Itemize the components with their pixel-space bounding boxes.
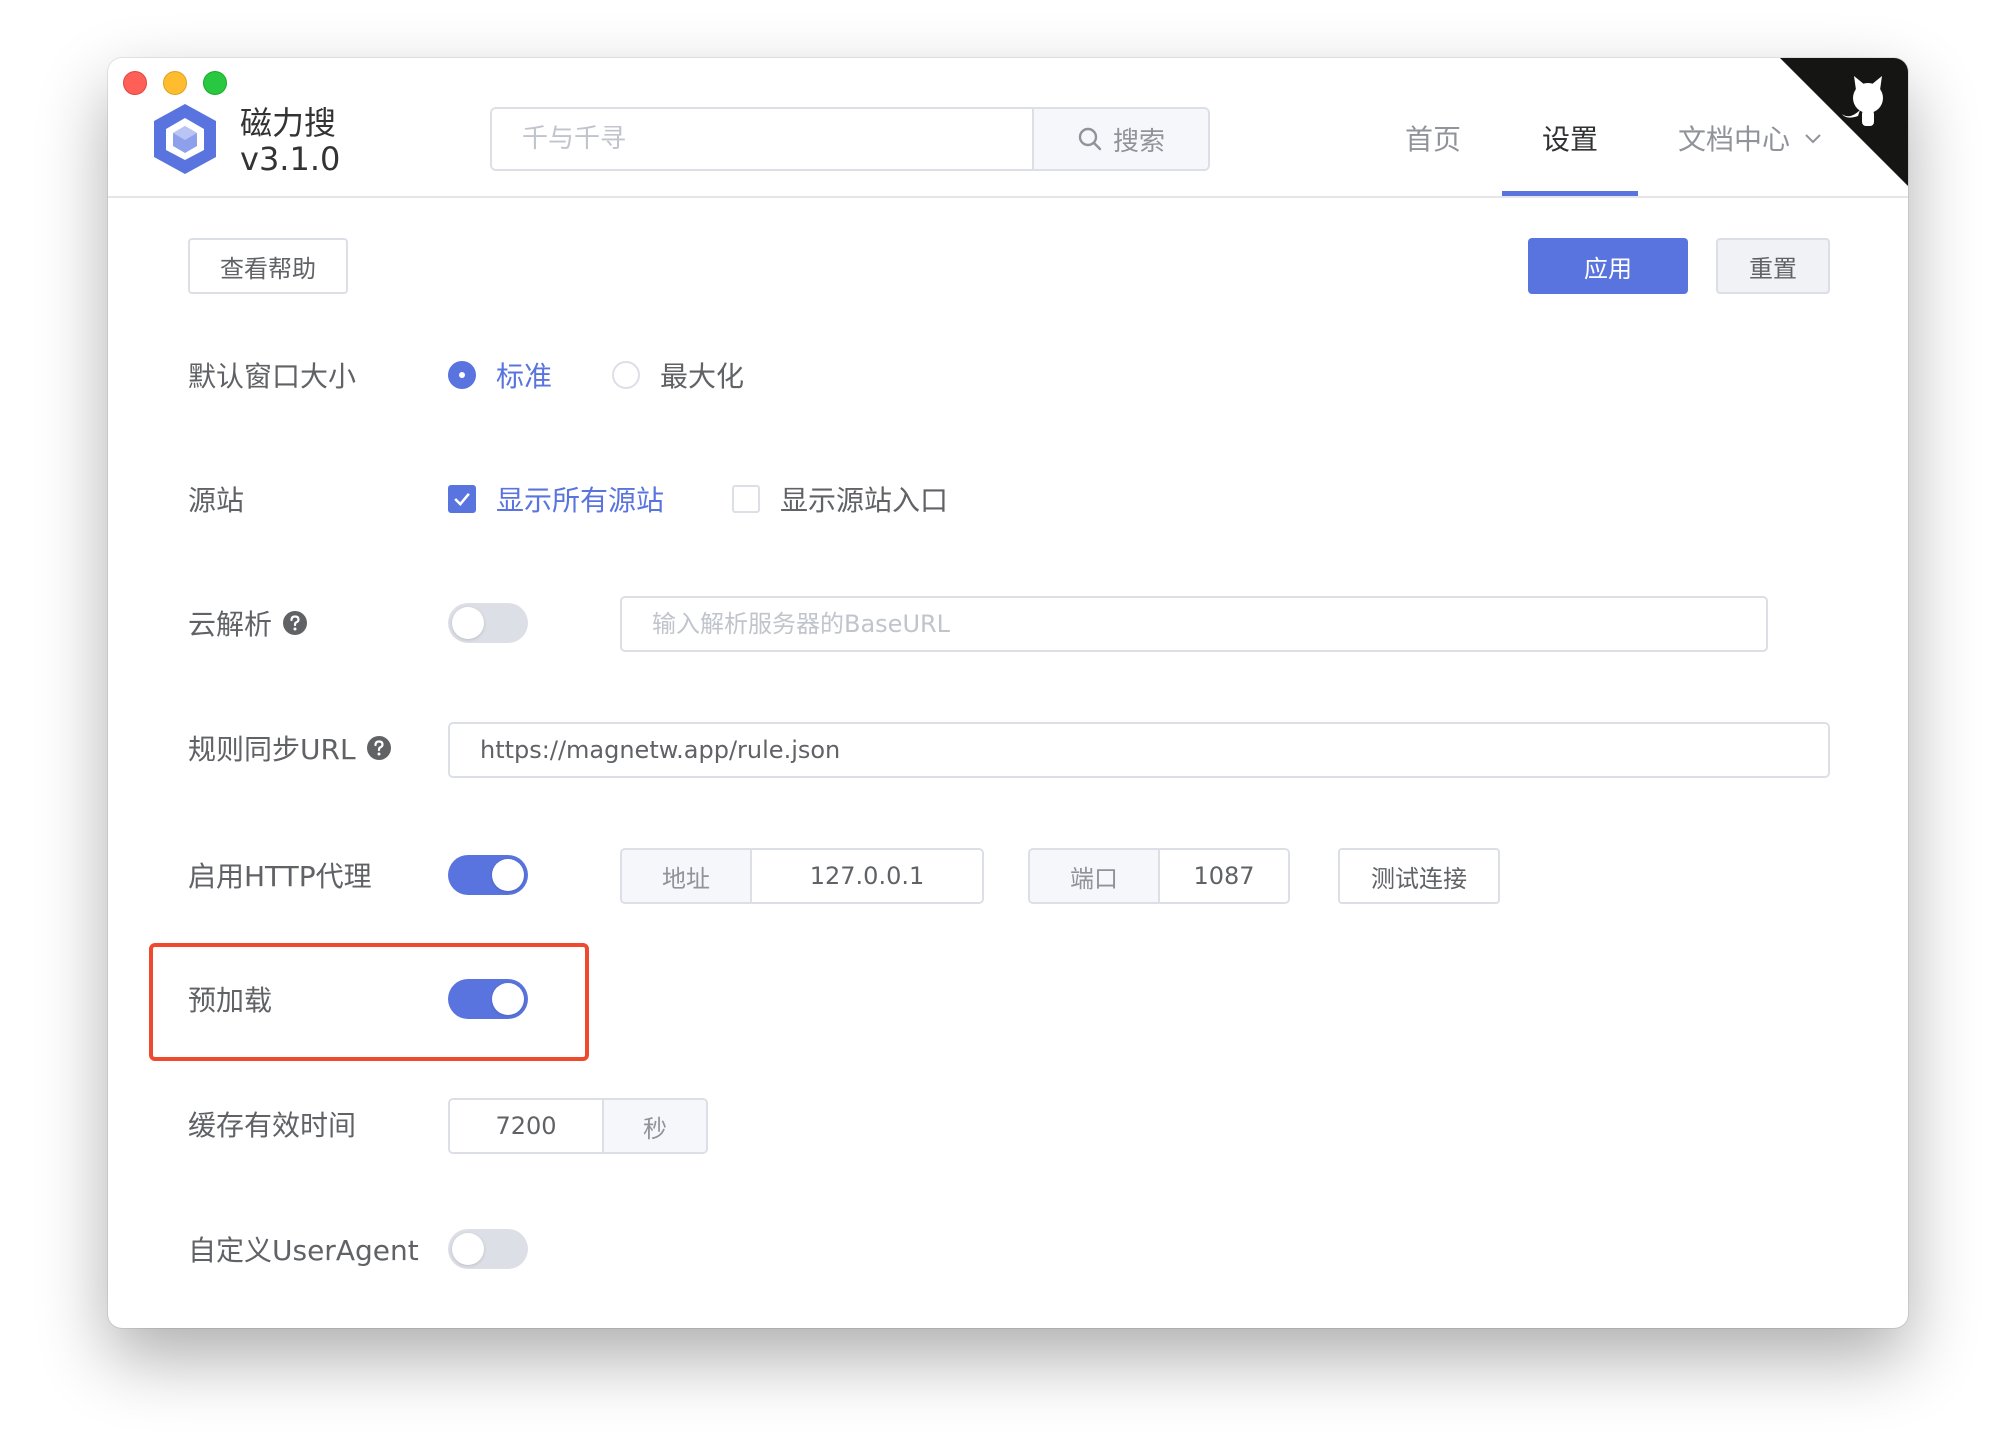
radio-maximize-label: 最大化 [660,360,745,393]
app-logo-icon [154,104,216,174]
search-icon [1078,127,1102,151]
check-icon [454,493,470,507]
nav-home[interactable]: 首页 [1405,118,1461,158]
checkbox-show-all-sources[interactable]: 显示所有源站 [448,479,664,519]
cloud-parse-label: 云解析 [188,603,308,643]
apply-button[interactable]: 应用 [1528,238,1688,294]
cloud-parse-switch[interactable] [448,603,528,643]
search-bar: 搜索 [490,107,1210,171]
window-size-label: 默认窗口大小 [188,355,356,395]
proxy-address-group: 地址 127.0.0.1 [620,848,984,904]
radio-standard[interactable]: 标准 [448,355,552,395]
reset-button[interactable]: 重置 [1716,238,1830,294]
cloud-parse-url-input[interactable] [620,596,1768,652]
cache-time-label-text: 缓存有效时间 [188,1109,357,1142]
user-agent-label-text: 自定义UserAgent [188,1234,419,1267]
checkbox-show-entry-label: 显示源站入口 [780,484,949,517]
header: 磁力搜 v3.1.0 搜索 首页 设置 文档中心 [108,58,1908,198]
proxy-address-input[interactable]: 127.0.0.1 [752,850,982,902]
radio-maximize-dot [612,361,640,389]
preload-highlight-box [149,943,589,1061]
user-agent-label: 自定义UserAgent [188,1229,419,1269]
rule-sync-label: 规则同步URL [188,728,392,768]
http-proxy-label-text: 启用HTTP代理 [188,860,372,893]
app-name: 磁力搜 [240,104,337,142]
cloud-parse-label-text: 云解析 [188,608,273,641]
nav-settings[interactable]: 设置 [1542,118,1598,158]
search-input[interactable] [492,109,1032,169]
rule-sync-url-input[interactable] [448,722,1830,778]
window-size-label-text: 默认窗口大小 [188,360,357,393]
proxy-port-addon: 端口 [1030,850,1160,902]
proxy-address-addon: 地址 [622,850,752,902]
rule-sync-label-text: 规则同步URL [188,733,356,766]
radio-standard-dot [448,361,476,389]
cache-time-input[interactable]: 7200 [450,1100,602,1152]
help-button[interactable]: 查看帮助 [188,238,348,294]
cache-time-label: 缓存有效时间 [188,1104,356,1144]
user-agent-switch-knob [452,1233,484,1265]
source-label-text: 源站 [188,484,245,517]
question-icon[interactable] [282,610,308,636]
http-proxy-switch[interactable] [448,855,528,895]
app-window: 磁力搜 v3.1.0 搜索 首页 设置 文档中心 [108,58,1908,1328]
question-icon[interactable] [366,735,392,761]
test-connection-button[interactable]: 测试连接 [1338,848,1500,904]
nav-docs-label: 文档中心 [1678,123,1791,156]
cloud-parse-switch-knob [452,607,484,639]
checkbox-show-entry-box [732,485,760,513]
proxy-port-group: 端口 1087 [1028,848,1290,904]
search-button-label: 搜索 [1112,126,1165,157]
active-tab-indicator [1502,191,1638,196]
cache-time-unit: 秒 [602,1100,706,1152]
checkbox-show-all-box [448,485,476,513]
radio-standard-label: 标准 [496,360,553,393]
radio-maximize[interactable]: 最大化 [612,355,744,395]
search-button[interactable]: 搜索 [1032,109,1208,169]
app-version: v3.1.0 [240,140,341,178]
http-proxy-switch-knob [492,859,524,891]
proxy-port-input[interactable]: 1087 [1160,850,1288,902]
checkbox-show-source-entry[interactable]: 显示源站入口 [732,479,948,519]
github-corner-icon[interactable] [1780,58,1908,186]
http-proxy-label: 启用HTTP代理 [188,855,372,895]
user-agent-switch[interactable] [448,1229,528,1269]
cache-time-group: 7200 秒 [448,1098,708,1154]
source-label: 源站 [188,479,244,519]
checkbox-show-all-label: 显示所有源站 [496,484,665,517]
